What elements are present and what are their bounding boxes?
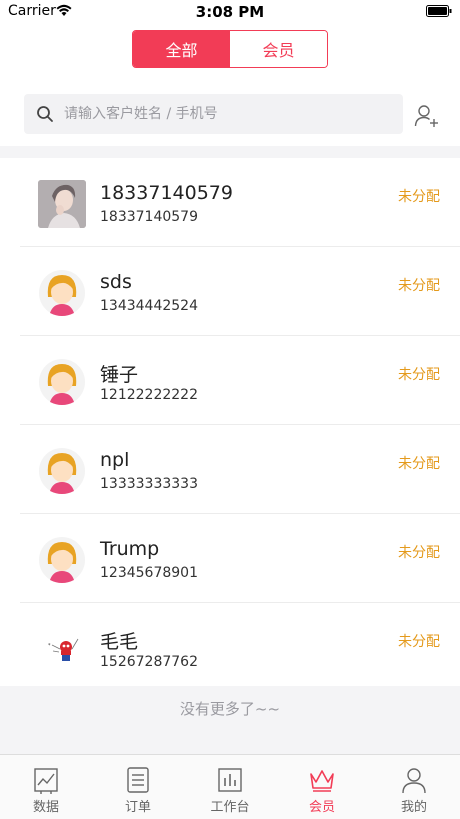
tab-mine[interactable]: 我的 — [368, 755, 460, 819]
status-badge: 未分配 — [398, 545, 440, 561]
tab-label: 会员 — [308, 800, 335, 815]
status-badge: 未分配 — [398, 634, 440, 650]
customer-name: 锤子 — [100, 364, 139, 386]
tab-label: 我的 — [400, 800, 427, 815]
female-avatar-icon — [39, 448, 85, 494]
spiderman-avatar-icon: * — [38, 625, 86, 673]
status-badge: 未分配 — [398, 278, 440, 294]
filter-segment: 全部 会员 — [132, 30, 328, 68]
female-avatar-icon — [39, 537, 85, 583]
status-bar: Carrier 3:08 PM — [0, 0, 460, 24]
customer-phone: 18337140579 — [100, 209, 198, 225]
customer-name: npl — [100, 449, 130, 471]
tab-workbench[interactable]: 工作台 — [184, 755, 276, 819]
tab-label: 数据 — [32, 800, 59, 815]
battery-icon — [426, 5, 452, 17]
customer-phone: 12122222222 — [100, 387, 198, 403]
customer-phone: 12345678901 — [100, 565, 198, 581]
section-divider — [0, 146, 460, 158]
search-icon — [37, 106, 53, 122]
order-icon — [127, 767, 149, 793]
list-end-footer: 没有更多了~~ — [0, 686, 460, 754]
customer-name: 毛毛 — [100, 631, 139, 653]
status-badge: 未分配 — [398, 189, 440, 205]
customer-phone: 13434442524 — [100, 298, 198, 314]
female-avatar-icon — [39, 270, 85, 316]
customer-name: 18337140579 — [100, 182, 233, 204]
search-input[interactable] — [62, 105, 366, 123]
customer-row[interactable]: 锤子 12122222222 未分配 — [20, 336, 460, 425]
female-avatar-icon — [39, 359, 85, 405]
customer-row[interactable]: sds 13434442524 未分配 — [20, 247, 460, 336]
crown-icon — [310, 770, 334, 792]
person-icon — [402, 768, 426, 794]
segment-member-button[interactable]: 会员 — [230, 31, 327, 67]
customer-list: 18337140579 18337140579 未分配 sds 13434442… — [0, 158, 460, 692]
tab-members[interactable]: 会员 — [276, 755, 368, 819]
tab-bar: 数据 订单 工作台 会员 我的 — [0, 754, 460, 819]
customer-row[interactable]: npl 13333333333 未分配 — [20, 425, 460, 514]
segment-all-button[interactable]: 全部 — [133, 31, 230, 67]
workbench-icon — [218, 768, 242, 792]
tab-data[interactable]: 数据 — [0, 755, 92, 819]
customer-row[interactable]: Trump 12345678901 未分配 — [20, 514, 460, 603]
customer-row[interactable]: * 毛毛 15267287762 未分配 — [20, 603, 460, 692]
customer-phone: 15267287762 — [100, 654, 198, 670]
tab-label: 工作台 — [210, 800, 250, 815]
tab-orders[interactable]: 订单 — [92, 755, 184, 819]
photo-avatar — [38, 180, 86, 228]
customer-phone: 13333333333 — [100, 476, 198, 492]
search-bar — [24, 94, 403, 134]
chart-icon — [34, 768, 58, 794]
customer-name: sds — [100, 271, 132, 293]
status-badge: 未分配 — [398, 367, 440, 383]
add-user-icon[interactable] — [414, 103, 440, 129]
tab-label: 订单 — [124, 800, 151, 815]
clock: 3:08 PM — [195, 3, 265, 21]
customer-row[interactable]: 18337140579 18337140579 未分配 — [20, 158, 460, 247]
status-badge: 未分配 — [398, 456, 440, 472]
customer-name: Trump — [100, 538, 160, 560]
